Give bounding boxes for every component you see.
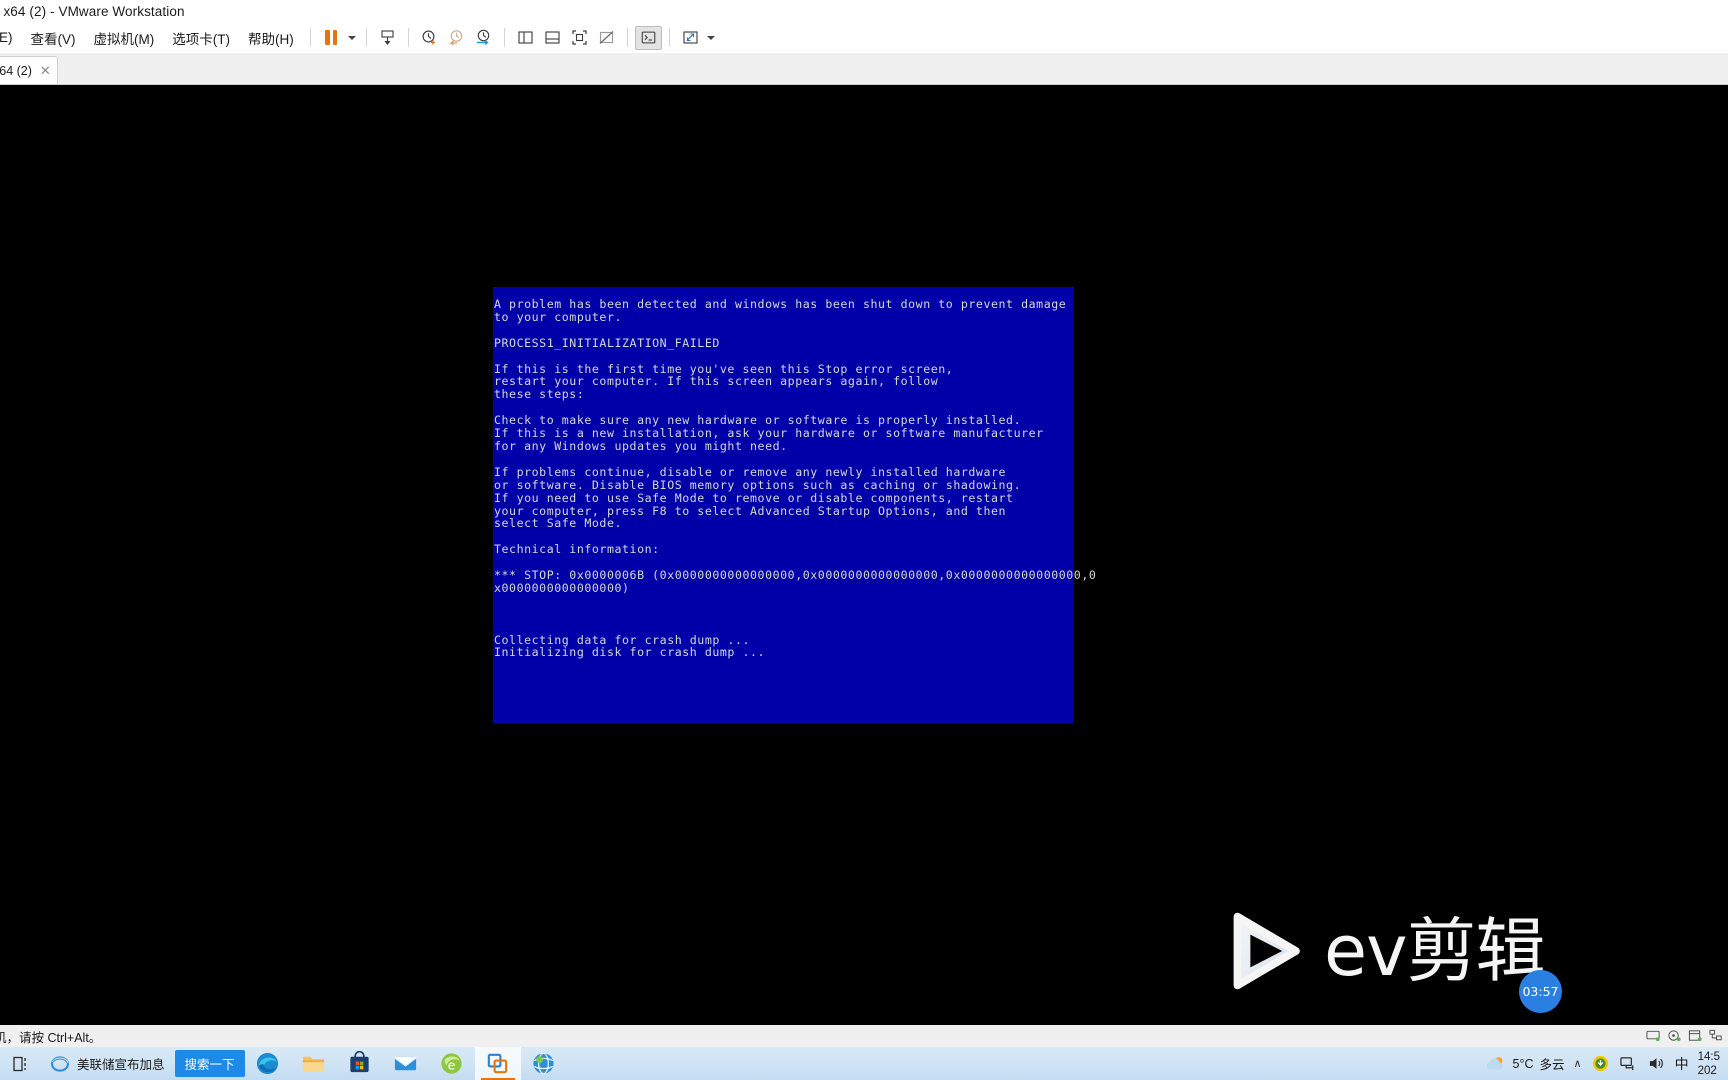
taskbar-app-file-explorer[interactable] <box>291 1047 337 1080</box>
svg-text:e: e <box>448 1057 456 1072</box>
show-thumbnail-bar-button[interactable] <box>539 26 566 50</box>
folder-icon <box>302 1056 325 1072</box>
toolbar-separator <box>365 28 367 47</box>
menu-vm[interactable]: 虚拟机(M) <box>85 25 164 51</box>
vmware-status-bar: 机，请按 Ctrl+Alt。 <box>0 1025 1728 1047</box>
windows-taskbar: 美联储宣布加息 搜索一下 e 5°C 多云 ∧ 中 14:5 202 <box>0 1047 1728 1080</box>
mail-icon <box>394 1056 417 1071</box>
taskbar-app-store[interactable] <box>337 1047 383 1080</box>
weather-widget[interactable]: 5°C 多云 <box>1485 1054 1565 1074</box>
play-triangle-icon <box>1233 912 1300 990</box>
close-icon[interactable]: ✕ <box>40 64 51 77</box>
vmware-workstation-window: 7 x64 (2) - VMware Workstation E) 查看(V) … <box>0 0 1728 1080</box>
chevron-down-icon <box>706 35 715 40</box>
fullscreen-icon <box>572 30 587 45</box>
snapshot-manager-icon <box>381 30 394 45</box>
tab-strip: x64 (2) ✕ <box>0 53 1728 85</box>
network-device-icon[interactable] <box>1709 1029 1724 1043</box>
menu-file[interactable]: E) <box>0 27 22 48</box>
vm-device-tray <box>1646 1029 1728 1043</box>
weather-desc: 多云 <box>1539 1058 1565 1072</box>
show-thumbnail-bar-icon <box>545 31 560 44</box>
floppy-device-icon[interactable] <box>1646 1029 1661 1043</box>
bsod-screen: A problem has been detected and windows … <box>493 287 1096 723</box>
toolbar-separator <box>503 28 505 47</box>
revert-snapshot-icon <box>448 30 462 46</box>
start-button[interactable] <box>0 1047 44 1080</box>
stretch-view-icon <box>683 31 698 44</box>
take-snapshot-button[interactable] <box>416 26 443 50</box>
stretch-view-button[interactable] <box>677 26 704 50</box>
taskbar-app-vmware[interactable] <box>474 1047 521 1080</box>
vm-tab[interactable]: x64 (2) ✕ <box>0 56 58 84</box>
menu-toolbar-row: E) 查看(V) 虚拟机(M) 选项卡(T) 帮助(H) <box>0 22 1728 53</box>
stretch-dropdown-button[interactable] <box>704 26 718 50</box>
manage-snapshots-icon <box>476 29 489 46</box>
ie-news-icon <box>50 1055 70 1072</box>
microsoft-store-icon <box>350 1051 369 1073</box>
vmware-workstation-icon <box>487 1053 508 1074</box>
manage-snapshots-button[interactable] <box>470 26 497 50</box>
menu-help[interactable]: 帮助(H) <box>239 25 303 51</box>
snapshot-manager-button[interactable] <box>374 26 401 50</box>
news-and-interests-widget[interactable]: 美联储宣布加息 <box>44 1047 175 1080</box>
unity-mode-button[interactable] <box>593 26 620 50</box>
news-label: 美联储宣布加息 <box>77 1058 165 1072</box>
taskbar-app-browser[interactable] <box>521 1047 567 1080</box>
toolbar-separator <box>668 28 670 47</box>
internet-explorer-icon: e <box>441 1053 462 1074</box>
console-view-button[interactable] <box>634 25 662 50</box>
clock-date: 202 <box>1697 1064 1717 1077</box>
show-sidebar-icon <box>518 31 533 44</box>
pause-vm-button[interactable] <box>318 26 345 50</box>
pause-vm-icon <box>325 30 338 45</box>
task-view-icon <box>13 1056 26 1071</box>
network-icon[interactable] <box>1619 1055 1638 1072</box>
toolbar-separator <box>407 28 409 47</box>
show-hidden-icons-button[interactable]: ∧ <box>1574 1057 1582 1070</box>
taskbar-app-edge[interactable] <box>245 1047 291 1080</box>
edge-icon <box>256 1052 279 1075</box>
globe-browser-icon <box>533 1052 554 1075</box>
show-sidebar-button[interactable] <box>512 26 539 50</box>
menu-view[interactable]: 查看(V) <box>22 25 85 51</box>
taskbar-app-mail[interactable] <box>383 1047 429 1080</box>
cd-device-icon[interactable] <box>1667 1029 1682 1043</box>
console-view-icon <box>641 31 656 44</box>
search-button[interactable]: 搜索一下 <box>174 1050 245 1077</box>
toolbar-separator <box>309 28 311 47</box>
recording-timer-badge: 03:57 <box>1519 970 1562 1013</box>
ev-watermark-text: ev剪辑 <box>1324 910 1545 992</box>
take-snapshot-icon <box>422 30 435 45</box>
title-bar: 7 x64 (2) - VMware Workstation <box>0 0 1728 22</box>
unity-mode-icon <box>599 31 614 44</box>
weather-cloudy-icon <box>1486 1056 1503 1070</box>
chevron-down-icon <box>347 35 356 40</box>
vm-tab-label: x64 (2) <box>0 63 32 78</box>
menu-tabs[interactable]: 选项卡(T) <box>163 25 239 51</box>
ime-indicator[interactable]: 中 <box>1675 1054 1689 1074</box>
fullscreen-button[interactable] <box>566 26 593 50</box>
status-hint: 机，请按 Ctrl+Alt。 <box>0 1030 102 1045</box>
ev-watermark: ev剪辑 <box>1222 908 1545 994</box>
update-download-icon[interactable] <box>1591 1054 1610 1073</box>
weather-temp: 5°C <box>1512 1056 1534 1071</box>
clock-widget[interactable]: 14:5 202 <box>1698 1050 1720 1078</box>
clock-time: 14:5 <box>1697 1050 1720 1063</box>
hdd-device-icon[interactable] <box>1688 1029 1703 1043</box>
window-title: 7 x64 (2) - VMware Workstation <box>0 3 185 19</box>
pause-dropdown-button[interactable] <box>345 26 359 50</box>
taskbar-app-ie[interactable]: e <box>429 1047 475 1080</box>
toolbar-separator <box>626 28 628 47</box>
system-tray: 5°C 多云 ∧ 中 14:5 202 <box>1485 1050 1728 1078</box>
bsod-text: A problem has been detected and windows … <box>494 297 1097 660</box>
vm-viewport[interactable]: A problem has been detected and windows … <box>0 85 1728 1025</box>
volume-icon[interactable] <box>1647 1055 1666 1072</box>
revert-snapshot-button[interactable] <box>443 26 470 50</box>
